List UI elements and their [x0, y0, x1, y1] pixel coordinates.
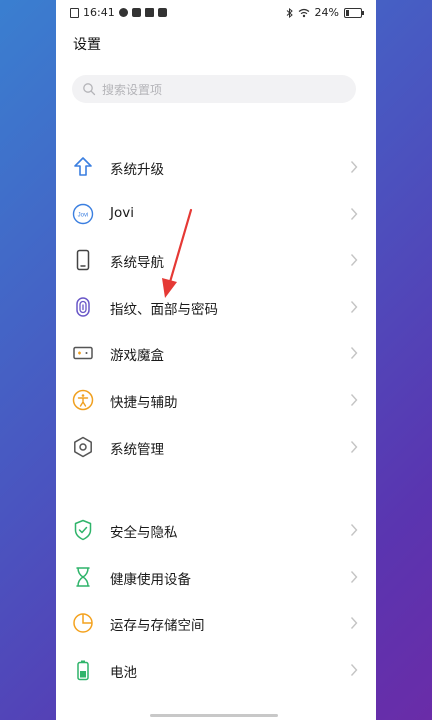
hourglass-icon	[76, 567, 90, 587]
settings-item-healthy-device-use[interactable]: 健康使用设备	[56, 554, 376, 600]
chevron-right-icon	[350, 254, 358, 266]
settings-item-battery[interactable]: 电池	[56, 647, 376, 693]
chevron-right-icon	[350, 301, 358, 313]
settings-item-system-management[interactable]: 系统管理	[56, 424, 376, 470]
grid-notification-icon	[144, 8, 154, 17]
notification-icon	[118, 8, 128, 17]
phone-screen: 16:41 24% 设置 搜索设置项 系统升级 Jovi Jovi 系统导航 指…	[56, 0, 376, 720]
settings-item-label: Jovi	[110, 205, 134, 221]
chevron-right-icon	[350, 571, 358, 583]
settings-item-label: 电池	[110, 665, 137, 681]
chevron-right-icon	[350, 617, 358, 629]
settings-item-label: 快捷与辅助	[110, 395, 178, 411]
app-notification-icon	[131, 8, 141, 17]
storage-pie-icon	[73, 613, 93, 633]
fingerprint-icon	[76, 297, 90, 317]
chevron-right-icon	[350, 161, 358, 173]
accessibility-icon	[72, 389, 94, 411]
shield-check-icon	[74, 519, 92, 541]
chevron-right-icon	[350, 524, 358, 536]
search-icon	[83, 83, 96, 96]
settings-item-system-update[interactable]: 系统升级	[56, 144, 376, 190]
settings-item-system-navigation[interactable]: 系统导航	[56, 237, 376, 283]
chevron-right-icon	[350, 664, 358, 676]
battery-icon	[77, 660, 89, 681]
page-title: 设置	[73, 37, 101, 53]
bluetooth-icon	[286, 7, 293, 18]
search-input[interactable]: 搜索设置项	[72, 75, 356, 103]
settings-item-ram-storage[interactable]: 运存与存储空间	[56, 600, 376, 646]
settings-item-label: 运存与存储空间	[110, 618, 205, 634]
settings-item-game-box[interactable]: 游戏魔盒	[56, 330, 376, 376]
status-bar: 16:41 24%	[56, 0, 376, 26]
battery-status-icon	[344, 7, 364, 18]
chevron-right-icon	[350, 394, 358, 406]
search-placeholder: 搜索设置项	[102, 82, 163, 97]
settings-item-fingerprint-face-password[interactable]: 指纹、面部与密码	[56, 284, 376, 330]
chevron-right-icon	[350, 347, 358, 359]
phone-navigation-icon	[76, 249, 90, 271]
hexagon-settings-icon	[74, 436, 92, 458]
settings-item-label: 系统升级	[110, 162, 164, 178]
chevron-right-icon	[350, 441, 358, 453]
settings-item-security-privacy[interactable]: 安全与隐私	[56, 507, 376, 553]
game-box-icon	[73, 346, 93, 360]
settings-item-label: 指纹、面部与密码	[110, 302, 218, 318]
wifi-icon	[298, 8, 309, 17]
settings-item-label: 系统管理	[110, 442, 164, 458]
battery-percent: 24%	[314, 6, 339, 19]
mail-notification-icon	[157, 8, 167, 17]
settings-item-label: 游戏魔盒	[110, 348, 164, 364]
settings-item-jovi[interactable]: Jovi Jovi	[56, 191, 376, 237]
jovi-icon: Jovi	[72, 203, 94, 225]
settings-item-shortcuts-accessibility[interactable]: 快捷与辅助	[56, 377, 376, 423]
home-indicator[interactable]	[150, 714, 278, 717]
settings-item-label: 安全与隐私	[110, 525, 178, 541]
sim-icon	[70, 7, 79, 18]
status-time: 16:41	[83, 6, 115, 19]
settings-item-label: 系统导航	[110, 255, 164, 271]
svg-text:Jovi: Jovi	[78, 213, 89, 219]
chevron-right-icon	[350, 208, 358, 220]
upgrade-icon	[74, 157, 92, 176]
settings-item-label: 健康使用设备	[110, 572, 191, 588]
